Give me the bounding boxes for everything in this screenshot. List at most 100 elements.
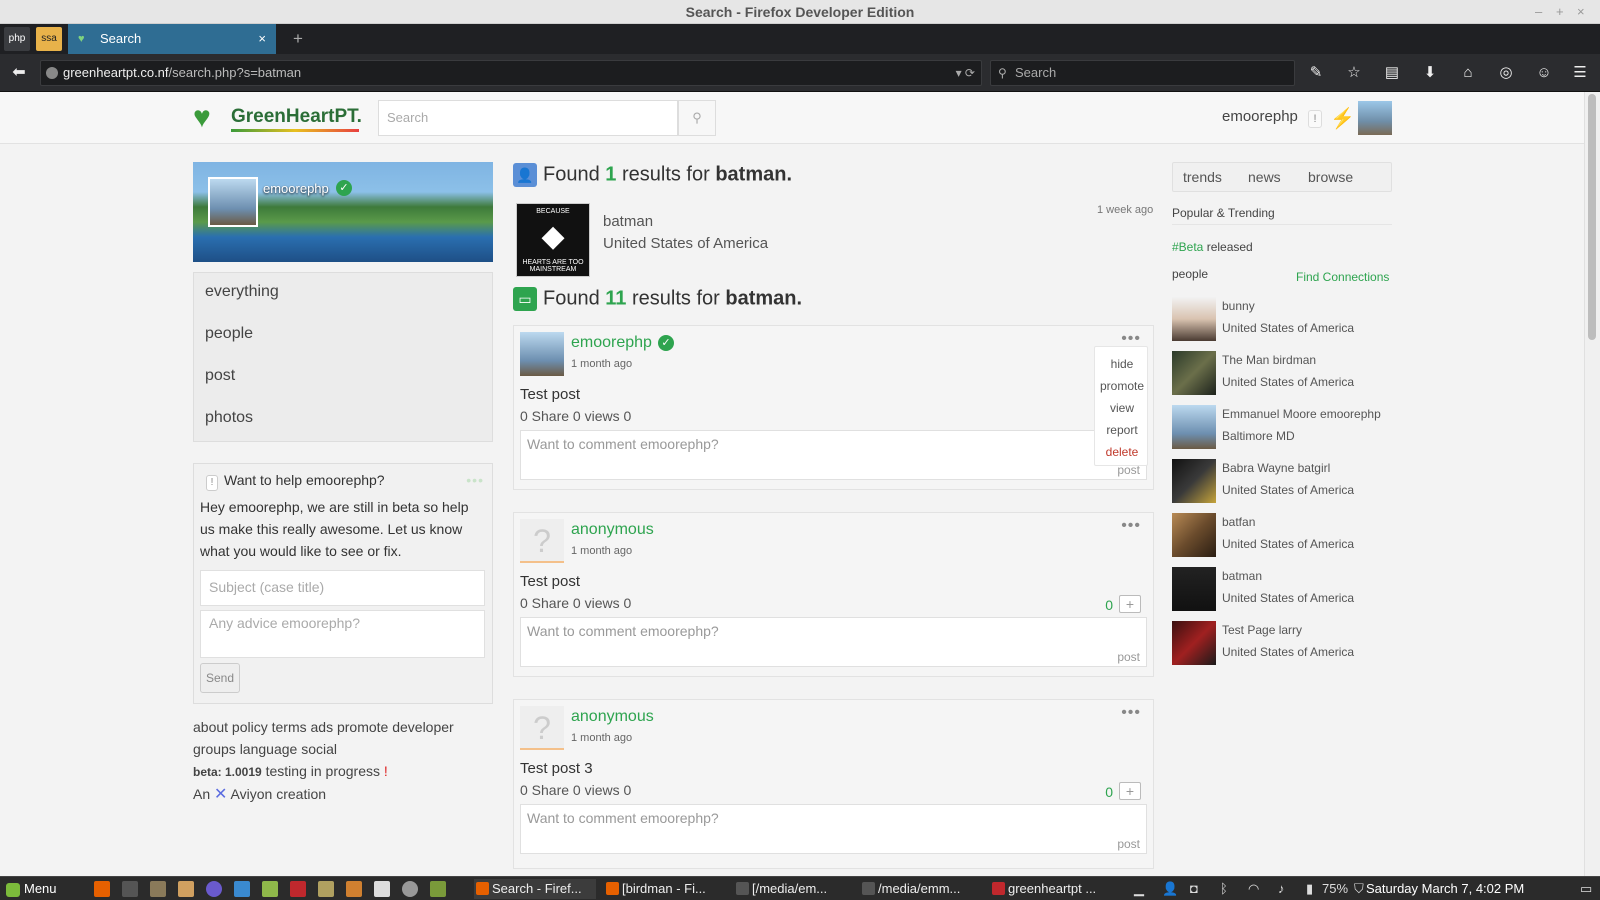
header-username[interactable]: emoorephp bbox=[1222, 108, 1298, 125]
browser-search-input[interactable]: ⚲ Search bbox=[990, 60, 1295, 86]
menu-item-delete[interactable]: delete bbox=[1095, 445, 1149, 459]
site-search-input[interactable]: Search bbox=[378, 100, 678, 136]
close-tab-icon[interactable]: × bbox=[258, 24, 266, 54]
suggested-person[interactable]: batman United States of America bbox=[1172, 567, 1402, 617]
add-comment-icon[interactable]: + bbox=[1119, 595, 1141, 613]
person-avatar[interactable] bbox=[1172, 459, 1216, 503]
wrench-icon[interactable]: ✎ bbox=[1304, 62, 1328, 84]
person-avatar[interactable] bbox=[1172, 351, 1216, 395]
post-author-name[interactable]: emoorephp bbox=[571, 334, 652, 351]
files-launcher-icon[interactable] bbox=[262, 881, 278, 897]
maximize-button[interactable]: + bbox=[1556, 0, 1564, 24]
suggested-person[interactable]: The Man birdman United States of America bbox=[1172, 351, 1402, 401]
task-firefox[interactable]: Search - Firef... bbox=[474, 879, 596, 899]
creation-text[interactable]: Aviyon creation bbox=[231, 786, 326, 802]
person-avatar[interactable] bbox=[1172, 567, 1216, 611]
scrollbar-thumb[interactable] bbox=[1588, 94, 1596, 340]
tab-search[interactable]: ♥ Search × bbox=[68, 24, 276, 54]
home-icon[interactable]: ⌂ bbox=[1456, 62, 1480, 84]
notification-icon[interactable]: ! bbox=[1308, 110, 1322, 128]
menu-item-hide[interactable]: hide bbox=[1095, 357, 1149, 371]
person-name[interactable]: Emmanuel Moore emoorephp bbox=[1222, 407, 1381, 421]
menu-item-view[interactable]: view bbox=[1095, 401, 1149, 415]
suggested-person[interactable]: bunny United States of America bbox=[1172, 297, 1402, 347]
footer-links[interactable]: about policy terms ads promote developer… bbox=[193, 716, 493, 760]
menu-item-report[interactable]: report bbox=[1095, 423, 1149, 437]
comment-input[interactable]: Want to comment emoorephp? post bbox=[520, 804, 1147, 854]
person-avatar[interactable] bbox=[1172, 405, 1216, 449]
terminal-launcher-icon[interactable] bbox=[122, 881, 138, 897]
url-bar[interactable]: greenheartpt.co.nf/search.php?s=batman ▾… bbox=[40, 60, 982, 86]
tab-trends[interactable]: trends bbox=[1183, 169, 1222, 185]
post-author[interactable]: anonymous bbox=[571, 521, 654, 539]
keyboard-icon[interactable]: ▁ bbox=[1134, 877, 1144, 900]
task-filezilla[interactable]: greenheartpt ... bbox=[990, 879, 1112, 899]
person-result-name[interactable]: batman bbox=[603, 213, 653, 230]
nav-item-people[interactable]: people bbox=[205, 325, 253, 343]
pinned-tab-php[interactable]: php bbox=[4, 27, 30, 51]
task-terminal[interactable]: [/media/em... bbox=[734, 879, 852, 899]
nav-item-post[interactable]: post bbox=[205, 367, 235, 385]
user-icon[interactable]: 👤 bbox=[1162, 877, 1178, 900]
tab-browse[interactable]: browse bbox=[1308, 169, 1353, 185]
app-launcher-icon[interactable] bbox=[318, 881, 334, 897]
person-avatar[interactable] bbox=[1172, 513, 1216, 557]
cover-username[interactable]: emoorephp bbox=[263, 181, 329, 196]
menu-item-promote[interactable]: promote bbox=[1095, 379, 1149, 393]
person-avatar[interactable] bbox=[1172, 621, 1216, 665]
person-name[interactable]: bunny bbox=[1222, 299, 1255, 313]
system-launcher-icon[interactable] bbox=[430, 881, 446, 897]
show-desktop-icon[interactable]: ▭ bbox=[1580, 877, 1592, 900]
post-author[interactable]: anonymous bbox=[571, 708, 654, 726]
task-birdman[interactable]: [birdman - Fi... bbox=[604, 879, 726, 899]
update-icon[interactable]: ◘ bbox=[1190, 877, 1198, 900]
volume-icon[interactable]: ♪ bbox=[1278, 877, 1285, 900]
tab-news[interactable]: news bbox=[1248, 169, 1281, 185]
chrome-launcher-icon[interactable] bbox=[206, 881, 222, 897]
hamburger-menu-icon[interactable]: ☰ bbox=[1568, 62, 1592, 84]
start-menu-button[interactable]: Menu bbox=[6, 877, 57, 900]
reload-icon[interactable]: ▾ ⟳ bbox=[956, 61, 975, 85]
bookmark-star-icon[interactable]: ☆ bbox=[1342, 62, 1366, 84]
send-button[interactable]: Send bbox=[200, 663, 240, 693]
profile-picture[interactable] bbox=[208, 177, 258, 227]
trending-tag[interactable]: #Beta bbox=[1172, 240, 1203, 254]
suggested-person[interactable]: Test Page larry United States of America bbox=[1172, 621, 1402, 671]
post-options-icon[interactable]: ••• bbox=[1121, 704, 1141, 722]
suggested-person[interactable]: batfan United States of America bbox=[1172, 513, 1402, 563]
person-name[interactable]: batman bbox=[1222, 569, 1262, 583]
download-icon[interactable]: ⬇ bbox=[1418, 62, 1442, 84]
subject-field[interactable]: Subject (case title) bbox=[200, 570, 485, 606]
writer-launcher-icon[interactable] bbox=[234, 881, 250, 897]
more-options-icon[interactable]: ••• bbox=[466, 472, 484, 488]
paint-launcher-icon[interactable] bbox=[346, 881, 362, 897]
add-comment-icon[interactable]: + bbox=[1119, 782, 1141, 800]
clock[interactable]: Saturday March 7, 4:02 PM bbox=[1366, 877, 1524, 900]
nav-item-everything[interactable]: everything bbox=[205, 283, 279, 301]
document-launcher-icon[interactable] bbox=[374, 881, 390, 897]
archive-launcher-icon[interactable] bbox=[150, 881, 166, 897]
notes-launcher-icon[interactable] bbox=[178, 881, 194, 897]
settings-launcher-icon[interactable] bbox=[402, 881, 418, 897]
post-author[interactable]: emoorephp ✓ bbox=[571, 334, 674, 352]
battery-icon[interactable]: ▮ bbox=[1306, 877, 1313, 900]
bluetooth-icon[interactable]: ᛒ bbox=[1220, 877, 1228, 900]
minimize-button[interactable]: – bbox=[1535, 0, 1542, 24]
advice-field[interactable]: Any advice emoorephp? bbox=[200, 610, 485, 658]
anonymous-avatar-icon[interactable]: ? bbox=[520, 519, 564, 563]
hello-icon[interactable]: ◎ bbox=[1494, 62, 1518, 84]
person-avatar[interactable] bbox=[1172, 297, 1216, 341]
post-comment-button[interactable]: post bbox=[1117, 650, 1140, 664]
person-name[interactable]: The Man birdman bbox=[1222, 353, 1316, 367]
post-options-icon[interactable]: ••• bbox=[1121, 517, 1141, 535]
firefox-launcher-icon[interactable] bbox=[94, 881, 110, 897]
suggested-person[interactable]: Babra Wayne batgirl United States of Ame… bbox=[1172, 459, 1402, 509]
pinned-tab-ssa[interactable]: ssa bbox=[36, 27, 62, 51]
comment-input[interactable]: Want to comment emoorephp? post bbox=[520, 430, 1147, 480]
filezilla-launcher-icon[interactable] bbox=[290, 881, 306, 897]
site-logo[interactable]: ♥ GreenHeartPT. bbox=[193, 98, 363, 140]
new-tab-button[interactable]: + bbox=[286, 24, 310, 54]
post-comment-button[interactable]: post bbox=[1117, 837, 1140, 851]
person-name[interactable]: Test Page larry bbox=[1222, 623, 1302, 637]
back-arrow-icon[interactable]: ⬅ bbox=[8, 63, 30, 83]
